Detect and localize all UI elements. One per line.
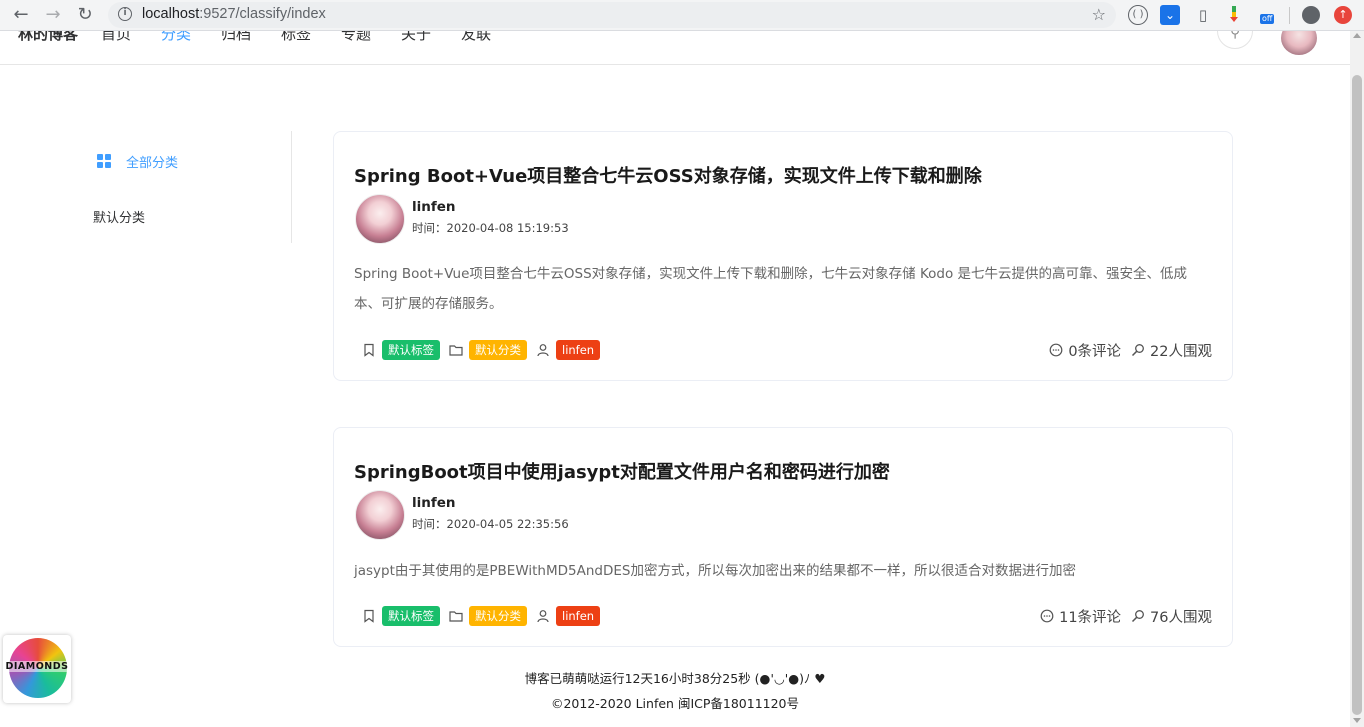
article-meta: 默认标签 默认分类 linfen <box>362 340 609 360</box>
url-path: :9527/classify/index <box>199 6 326 22</box>
author-name: linfen <box>412 495 456 511</box>
floating-widget[interactable]: DIAMONDS <box>3 635 71 703</box>
category-badge[interactable]: 默认分类 <box>469 340 527 360</box>
footer-copyright: ©2012-2020 Linfen 闽ICP备18011120号 <box>550 696 800 711</box>
comment-count: 0条评论 <box>1068 343 1122 360</box>
url-host: localhost <box>142 6 200 22</box>
site-header: 林的博客 首页 分类 归档 标签 专题 关于 友联 ⚲ <box>0 31 1350 65</box>
bookmark-icon <box>364 343 374 357</box>
site-brand[interactable]: 林的博客 <box>18 31 78 44</box>
url-text[interactable]: localhost:9527/classify/index <box>142 6 326 22</box>
menu-item-friends[interactable]: 友联 <box>461 31 491 44</box>
category-all-label: 全部分类 <box>126 155 179 171</box>
reload-icon[interactable]: ↻ <box>72 3 98 27</box>
folder-icon <box>449 611 463 622</box>
category-badge[interactable]: 默认分类 <box>469 606 527 626</box>
article-title[interactable]: Spring Boot+Vue项目整合七牛云OSS对象存储，实现文件上传下载和删… <box>354 162 982 188</box>
scroll-thumb[interactable] <box>1352 75 1362 715</box>
footer-runtime: 博客已萌萌哒运行12天16小时38分25秒 (●'◡'●)ﾉ ♥ <box>524 671 826 686</box>
bookmark-extension-icon[interactable]: ▯ <box>1193 5 1213 25</box>
article-stats: 11条评论 76人围观 <box>1040 606 1212 626</box>
info-icon[interactable]: i <box>118 7 132 21</box>
toolbar-divider <box>1289 7 1290 24</box>
browser-toolbar: ← → ↻ i localhost:9527/classify/index ☆ … <box>0 0 1364 31</box>
profile-icon[interactable] <box>1302 6 1320 24</box>
post-time: 时间：2020-04-08 15:19:53 <box>412 221 569 235</box>
save-extension-icon[interactable]: ⌄ <box>1160 5 1180 25</box>
comment-icon <box>1040 609 1054 623</box>
author-name: linfen <box>412 199 456 215</box>
menu-item-archive[interactable]: 归档 <box>221 31 251 44</box>
article-card[interactable]: Spring Boot+Vue项目整合七牛云OSS对象存储，实现文件上传下载和删… <box>333 131 1233 381</box>
user-avatar[interactable] <box>1281 31 1317 55</box>
scroll-up-arrow-icon[interactable] <box>1353 33 1361 38</box>
search-icon[interactable]: ⚲ <box>1217 31 1253 49</box>
user-badge[interactable]: linfen <box>556 606 601 626</box>
article-stats: 0条评论 22人围观 <box>1049 340 1212 360</box>
category-default[interactable]: 默认分类 <box>93 207 145 226</box>
category-all[interactable]: 全部分类 <box>97 152 179 171</box>
article-title[interactable]: SpringBoot项目中使用jasypt对配置文件用户名和密码进行加密 <box>354 458 890 484</box>
off-badge: off <box>1260 14 1275 24</box>
view-icon <box>1132 344 1144 357</box>
category-menu: 全部分类 默认分类 <box>60 131 292 243</box>
menu-item-home[interactable]: 首页 <box>101 31 131 44</box>
colorful-extension-icon[interactable] <box>1224 5 1244 25</box>
menu-item-about[interactable]: 关于 <box>401 31 431 44</box>
menu-item-topics[interactable]: 专题 <box>341 31 371 44</box>
update-icon[interactable]: ↑ <box>1334 6 1352 24</box>
menu-item-tags[interactable]: 标签 <box>281 31 311 44</box>
scroll-down-arrow-icon[interactable] <box>1353 718 1361 723</box>
tag-badge[interactable]: 默认标签 <box>382 606 440 626</box>
address-bar[interactable]: i localhost:9527/classify/index ☆ <box>108 2 1116 28</box>
page-scrollbar[interactable] <box>1350 31 1364 727</box>
article-summary: jasypt由于其使用的是PBEWithMD5AndDES加密方式，所以每次加密… <box>354 563 1076 579</box>
article-summary: Spring Boot+Vue项目整合七牛云OSS对象存储，实现文件上传下载和删… <box>354 266 1188 312</box>
user-badge[interactable]: linfen <box>556 340 601 360</box>
user-icon <box>537 344 549 357</box>
folder-icon <box>449 345 463 356</box>
extension-icon[interactable]: ( ) <box>1128 5 1148 25</box>
back-arrow-icon[interactable]: ← <box>8 3 34 27</box>
tag-badge[interactable]: 默认标签 <box>382 340 440 360</box>
widget-label: DIAMONDS <box>3 661 71 672</box>
comment-count: 11条评论 <box>1059 609 1122 626</box>
view-icon <box>1132 610 1144 623</box>
author-avatar <box>355 490 405 540</box>
view-count: 22人围观 <box>1150 343 1212 360</box>
post-time: 时间：2020-04-05 22:35:56 <box>412 517 569 531</box>
article-card[interactable]: SpringBoot项目中使用jasypt对配置文件用户名和密码进行加密 lin… <box>333 427 1233 647</box>
bookmark-icon <box>364 609 374 623</box>
menu-item-classify[interactable]: 分类 <box>161 31 191 44</box>
article-meta: 默认标签 默认分类 linfen <box>362 606 609 626</box>
off-extension-icon[interactable]: off <box>1256 5 1276 25</box>
author-avatar <box>355 194 405 244</box>
bookmark-star-icon[interactable]: ☆ <box>1092 5 1106 24</box>
view-count: 76人围观 <box>1150 609 1212 626</box>
user-icon <box>537 610 549 623</box>
comment-icon <box>1049 343 1063 357</box>
forward-arrow-icon[interactable]: → <box>40 3 66 27</box>
grid-icon <box>97 154 111 168</box>
